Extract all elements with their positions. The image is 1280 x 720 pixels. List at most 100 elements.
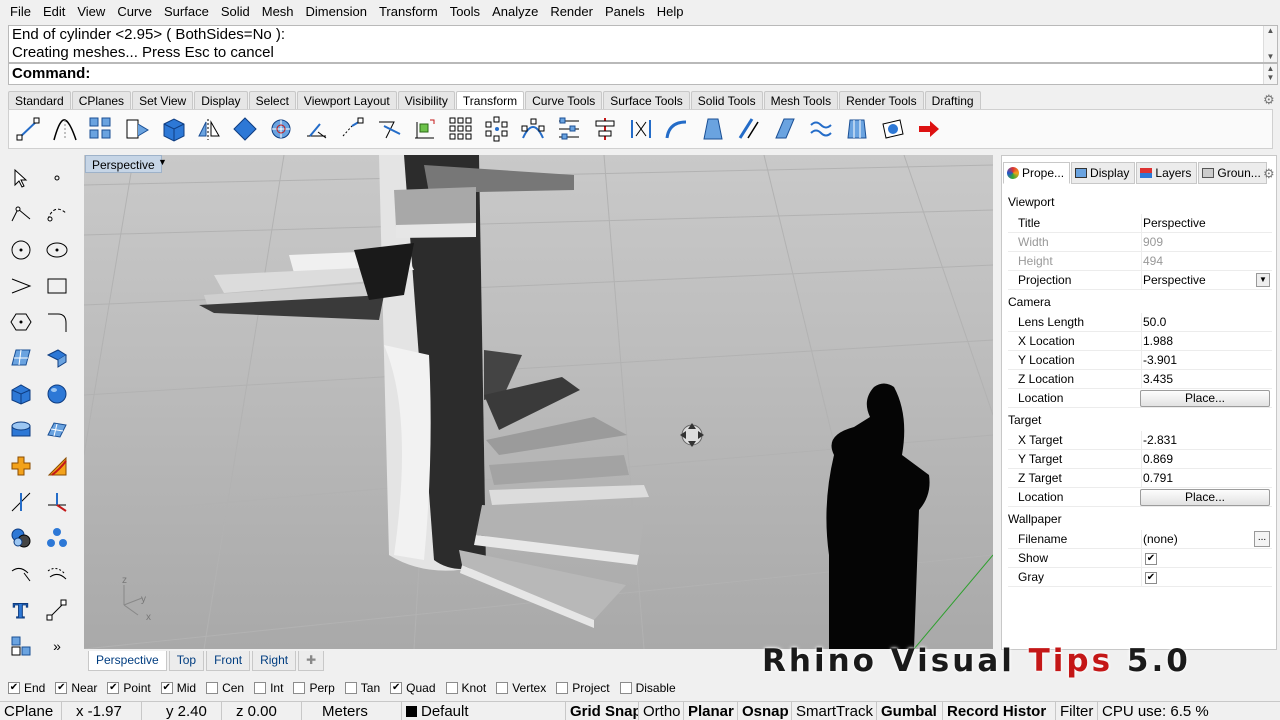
tab-front[interactable]: Front xyxy=(206,651,251,671)
menu-surface[interactable]: Surface xyxy=(158,0,215,24)
solid-box-icon[interactable] xyxy=(7,380,35,408)
curve-icon[interactable] xyxy=(43,200,71,228)
mesh-icon[interactable] xyxy=(43,416,71,444)
surface-icon[interactable] xyxy=(7,344,35,372)
flow-surface-icon[interactable] xyxy=(771,115,799,143)
osnap-knot[interactable]: Knot xyxy=(445,681,486,695)
osnap-end[interactable]: ✔ End xyxy=(8,681,45,695)
tab-viewport-layout[interactable]: Viewport Layout xyxy=(296,91,397,109)
filter-toggle[interactable]: Filter xyxy=(1056,702,1098,720)
tab-set-view[interactable]: Set View xyxy=(132,91,194,109)
tab-solid-tools[interactable]: Solid Tools xyxy=(690,91,763,109)
gear-icon[interactable]: ⚙ xyxy=(1263,92,1275,108)
tab-display[interactable]: Display xyxy=(1071,162,1136,184)
osnap-perp[interactable]: Perp xyxy=(293,681,335,695)
perspective-viewport[interactable]: z y x xyxy=(84,155,993,649)
tab-curve-tools[interactable]: Curve Tools xyxy=(525,91,603,109)
menu-view[interactable]: View xyxy=(71,0,111,24)
polyline-icon[interactable] xyxy=(7,200,35,228)
rotate-icon[interactable] xyxy=(231,115,259,143)
osnap-near[interactable]: ✔ Near xyxy=(55,681,97,695)
sphere-icon[interactable] xyxy=(43,380,71,408)
bend-icon[interactable] xyxy=(663,115,691,143)
menu-solid[interactable]: Solid xyxy=(215,0,256,24)
gumball-toggle[interactable]: Gumbal xyxy=(877,702,943,720)
command-line[interactable]: Command: ▲ ▼ xyxy=(8,63,1278,85)
menu-file[interactable]: File xyxy=(4,0,37,24)
gray-checkbox[interactable]: ✔ xyxy=(1145,571,1157,584)
menu-panels[interactable]: Panels xyxy=(599,0,651,24)
ortho-toggle[interactable]: Ortho xyxy=(639,702,684,720)
osnap-mid[interactable]: ✔ Mid xyxy=(160,681,196,695)
osnap-tan[interactable]: Tan xyxy=(344,681,380,695)
osnap-checkbox[interactable]: ✔ xyxy=(390,682,403,694)
tab-mesh-tools[interactable]: Mesh Tools xyxy=(763,91,839,109)
grid-array-icon[interactable] xyxy=(447,115,475,143)
osnap-checkbox[interactable]: ✔ xyxy=(107,682,120,694)
projection-select[interactable]: Perspective xyxy=(1141,271,1271,289)
osnap-checkbox[interactable]: ✔ xyxy=(55,682,68,694)
tab-perspective[interactable]: Perspective xyxy=(88,651,167,671)
select-arrow-icon[interactable] xyxy=(7,164,35,192)
y-location-field[interactable]: -3.901 xyxy=(1141,351,1271,369)
tab-top[interactable]: Top xyxy=(168,651,205,671)
osnap-checkbox[interactable] xyxy=(254,682,267,694)
scroll-down-icon[interactable]: ▼ xyxy=(1264,52,1277,61)
osnap-toggle[interactable]: Osnap xyxy=(738,702,792,720)
menu-edit[interactable]: Edit xyxy=(37,0,71,24)
osnap-checkbox[interactable] xyxy=(293,682,306,694)
planar-toggle[interactable]: Planar xyxy=(684,702,738,720)
osnap-checkbox[interactable] xyxy=(556,682,569,694)
browse-button[interactable]: ... xyxy=(1254,531,1270,547)
orient-icon[interactable] xyxy=(303,115,331,143)
menu-curve[interactable]: Curve xyxy=(111,0,158,24)
split-icon[interactable] xyxy=(43,488,71,516)
tab-right[interactable]: Right xyxy=(252,651,297,671)
splop-icon[interactable] xyxy=(879,115,907,143)
tab-standard[interactable]: Standard xyxy=(8,91,71,109)
z-target-field[interactable]: 0.791 xyxy=(1141,469,1271,487)
z-location-field[interactable]: 3.435 xyxy=(1141,370,1271,388)
offset-icon[interactable] xyxy=(43,560,71,588)
osnap-checkbox[interactable]: ✔ xyxy=(160,682,173,694)
menu-analyze[interactable]: Analyze xyxy=(486,0,544,24)
record-history-toggle[interactable]: Record Histor xyxy=(943,702,1056,720)
array-icon[interactable] xyxy=(87,115,115,143)
scroll-up-icon[interactable]: ▲ xyxy=(1264,64,1277,73)
twist-icon[interactable] xyxy=(339,115,367,143)
more-arrow-icon[interactable] xyxy=(915,115,943,143)
osnap-checkbox[interactable] xyxy=(445,682,458,694)
smash-icon[interactable] xyxy=(807,115,835,143)
chevron-down-icon[interactable]: ▼ xyxy=(1256,273,1270,287)
osnap-point[interactable]: ✔ Point xyxy=(107,681,151,695)
menu-transform[interactable]: Transform xyxy=(373,0,444,24)
group-icon[interactable] xyxy=(43,524,71,552)
osnap-checkbox[interactable]: ✔ xyxy=(8,682,20,694)
osnap-cen[interactable]: Cen xyxy=(206,681,244,695)
block-icon[interactable] xyxy=(7,632,35,660)
cylinder-icon[interactable] xyxy=(7,416,35,444)
osnap-checkbox[interactable] xyxy=(206,682,219,694)
layer-indicator[interactable]: Default xyxy=(402,702,566,720)
osnap-quad[interactable]: ✔ Quad xyxy=(390,681,436,695)
more-tools-icon[interactable]: » xyxy=(43,632,71,660)
boolean-icon[interactable] xyxy=(7,524,35,552)
ellipse-icon[interactable] xyxy=(43,236,71,264)
flow-icon[interactable] xyxy=(735,115,763,143)
lens-length-field[interactable]: 50.0 xyxy=(1141,313,1271,331)
cage-edit-icon[interactable] xyxy=(843,115,871,143)
tab-transform[interactable]: Transform xyxy=(455,91,525,109)
viewport-title[interactable]: Perspective xyxy=(85,155,162,173)
text-icon[interactable]: T xyxy=(7,596,35,624)
add-viewport-icon[interactable]: ✚ xyxy=(298,651,325,671)
grid-snap-toggle[interactable]: Grid Snap xyxy=(566,702,639,720)
menu-render[interactable]: Render xyxy=(544,0,599,24)
array-surface-icon[interactable] xyxy=(555,115,583,143)
y-target-field[interactable]: 0.869 xyxy=(1141,450,1271,468)
menu-mesh[interactable]: Mesh xyxy=(256,0,300,24)
show-checkbox[interactable]: ✔ xyxy=(1145,552,1157,565)
tab-select[interactable]: Select xyxy=(248,91,296,109)
fillet-icon[interactable] xyxy=(43,452,71,480)
polar-array-icon[interactable] xyxy=(483,115,511,143)
rotate3d-icon[interactable] xyxy=(267,115,295,143)
